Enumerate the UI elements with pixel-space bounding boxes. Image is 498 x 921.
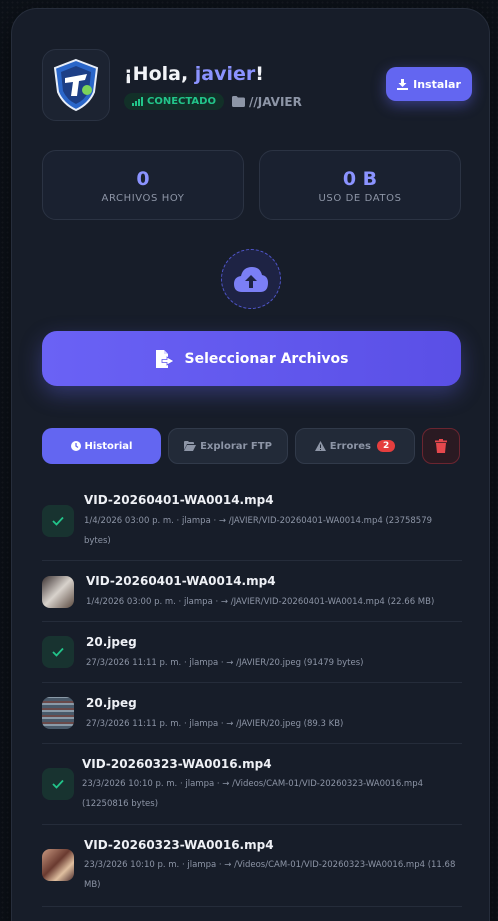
status-row: CONECTADO //JAVIER bbox=[124, 93, 302, 110]
folder-icon bbox=[231, 96, 245, 107]
tab-explore-ftp[interactable]: Explorar FTP bbox=[168, 428, 288, 464]
header: ¡Hola, javier! CONECTADO //JAVIER Instal… bbox=[42, 49, 472, 121]
stat-files-today-label: ARCHIVOS HOY bbox=[101, 193, 185, 204]
item-file-name: VID-20260401-WA0014.mp4 bbox=[84, 493, 274, 507]
greeting-prefix: ¡Hola, bbox=[124, 63, 195, 85]
main-card: ¡Hola, javier! CONECTADO //JAVIER Instal… bbox=[11, 8, 490, 921]
image-thumbnail bbox=[42, 697, 74, 729]
list-item[interactable]: VID-20260323-WA0016.mp4 23/3/2026 10:10 … bbox=[42, 825, 462, 907]
list-item[interactable]: VID-20260401-WA0014.mp4 1/4/2026 03:00 p… bbox=[42, 561, 462, 622]
item-details: 23/3/2026 10:10 p. m. · jlampa · → /Vide… bbox=[84, 860, 456, 890]
tab-history-label: Historial bbox=[84, 440, 133, 452]
stat-data-usage-value: 0 B bbox=[342, 168, 378, 190]
greeting: ¡Hola, javier! bbox=[124, 63, 264, 85]
stat-files-today: 0 ARCHIVOS HOY bbox=[42, 150, 244, 220]
stat-data-usage: 0 B USO DE DATOS bbox=[259, 150, 461, 220]
install-button[interactable]: Instalar bbox=[386, 67, 472, 101]
file-import-icon bbox=[155, 349, 175, 368]
warning-icon bbox=[314, 441, 326, 451]
trash-icon bbox=[435, 439, 447, 453]
greeting-suffix: ! bbox=[255, 63, 264, 85]
list-item[interactable]: 20.jpeg 27/3/2026 11:11 p. m. · jlampa ·… bbox=[42, 622, 462, 683]
current-path: //JAVIER bbox=[231, 94, 302, 109]
video-thumbnail bbox=[42, 849, 74, 881]
user-name: javier bbox=[194, 63, 256, 85]
item-file-name: VID-20260323-WA0016.mp4 bbox=[84, 838, 274, 852]
check-icon bbox=[42, 768, 74, 800]
clear-history-button[interactable] bbox=[422, 428, 460, 464]
select-files-label: Seleccionar Archivos bbox=[184, 350, 349, 367]
video-thumbnail bbox=[42, 576, 74, 608]
item-details: 1/4/2026 03:00 p. m. · jlampa · → /JAVIE… bbox=[84, 516, 433, 546]
errors-count-badge: 2 bbox=[376, 440, 396, 452]
list-item[interactable]: 20.jpeg 27/3/2026 11:11 p. m. · jlampa ·… bbox=[42, 683, 462, 744]
tab-errors[interactable]: Errores 2 bbox=[295, 428, 415, 464]
history-list: VID-20260401-WA0014.mp4 1/4/2026 03:00 p… bbox=[42, 483, 462, 907]
connection-status-text: CONECTADO bbox=[147, 96, 216, 107]
folder-open-icon bbox=[184, 441, 197, 451]
stat-data-usage-label: USO DE DATOS bbox=[318, 193, 402, 204]
list-item[interactable]: VID-20260323-WA0016.mp4 23/3/2026 10:10 … bbox=[42, 744, 462, 825]
upload-drop-zone[interactable] bbox=[221, 249, 281, 309]
list-item[interactable]: VID-20260401-WA0014.mp4 1/4/2026 03:00 p… bbox=[42, 483, 462, 561]
check-icon bbox=[42, 505, 74, 537]
item-file-name: 20.jpeg bbox=[86, 635, 137, 649]
tab-explore-ftp-label: Explorar FTP bbox=[200, 440, 272, 452]
connection-status-badge: CONECTADO bbox=[124, 93, 224, 110]
download-icon bbox=[397, 78, 409, 90]
cloud-upload-icon bbox=[234, 267, 268, 292]
item-details: 27/3/2026 11:11 p. m. · jlampa · → /JAVI… bbox=[86, 719, 344, 729]
stat-files-today-value: 0 bbox=[136, 168, 150, 190]
check-icon bbox=[42, 636, 74, 668]
tab-errors-label: Errores bbox=[329, 440, 371, 452]
item-file-name: VID-20260401-WA0014.mp4 bbox=[86, 574, 276, 588]
select-files-button[interactable]: Seleccionar Archivos bbox=[42, 331, 461, 386]
shield-logo-icon bbox=[53, 58, 99, 112]
item-file-name: VID-20260323-WA0016.mp4 bbox=[82, 757, 272, 771]
item-details: 1/4/2026 03:00 p. m. · jlampa · → /JAVIE… bbox=[86, 597, 435, 607]
app-logo bbox=[42, 49, 110, 121]
tab-history[interactable]: Historial bbox=[42, 428, 161, 464]
clock-icon bbox=[70, 441, 81, 451]
item-details: 23/3/2026 10:10 p. m. · jlampa · → /Vide… bbox=[82, 779, 424, 809]
tab-bar: Historial Explorar FTP Errores 2 bbox=[42, 428, 462, 464]
signal-icon bbox=[132, 97, 143, 106]
item-file-name: 20.jpeg bbox=[86, 696, 137, 710]
current-path-text: //JAVIER bbox=[248, 94, 302, 109]
install-label: Instalar bbox=[413, 77, 461, 91]
item-details: 27/3/2026 11:11 p. m. · jlampa · → /JAVI… bbox=[86, 658, 364, 668]
